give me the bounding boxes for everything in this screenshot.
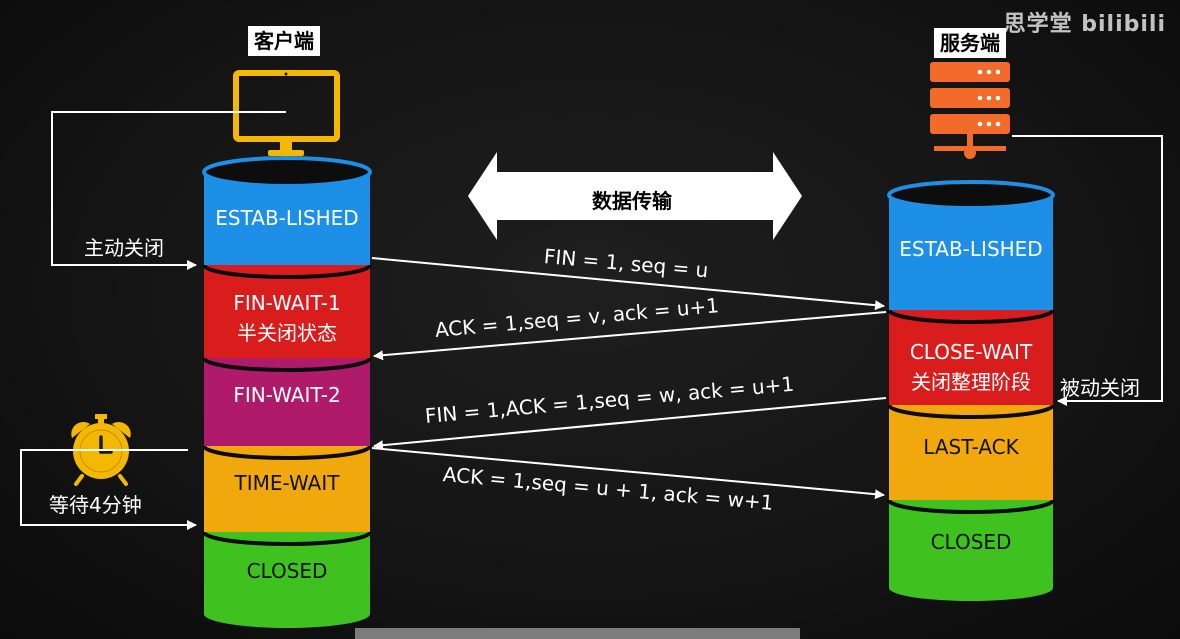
server-state-established-label: ESTAB-LISHED bbox=[899, 237, 1043, 261]
client-state-half-closed-label: 半关闭状态 bbox=[237, 321, 337, 345]
client-state-established: ESTAB-LISHED bbox=[204, 190, 370, 245]
server-state-closed: CLOSED bbox=[889, 517, 1053, 567]
server-icon bbox=[930, 62, 1010, 159]
server-state-closing-label: 关闭整理阶段 bbox=[911, 370, 1031, 394]
server-state-last-ack-label: LAST-ACK bbox=[923, 435, 1019, 459]
passive-close-label: 被动关闭 bbox=[1060, 376, 1140, 400]
client-state-established-label: ESTAB-LISHED bbox=[215, 205, 359, 230]
subtitle-bar bbox=[355, 628, 800, 639]
data-transfer-label: 数据传输 bbox=[592, 189, 672, 213]
server-state-established: ESTAB-LISHED bbox=[889, 224, 1053, 274]
client-state-closed-label: CLOSED bbox=[246, 559, 328, 583]
monitor-icon bbox=[233, 70, 340, 156]
wait-label: 等待4分钟 bbox=[49, 493, 142, 517]
client-state-closed: CLOSED bbox=[204, 546, 370, 596]
client-state-time-wait-label: TIME-WAIT bbox=[234, 471, 340, 495]
server-state-close-wait-label: CLOSE-WAIT bbox=[909, 340, 1033, 364]
client-state-time-wait: TIME-WAIT bbox=[204, 458, 370, 508]
client-state-fin-wait-1: FIN-WAIT-1 半关闭状态 bbox=[204, 283, 370, 353]
server-state-close-wait: CLOSE-WAIT 关闭整理阶段 bbox=[889, 332, 1053, 402]
client-state-fin-wait-2: FIN-WAIT-2 bbox=[204, 370, 370, 420]
server-state-closed-label: CLOSED bbox=[930, 530, 1012, 554]
client-state-fin-wait-1-label: FIN-WAIT-1 bbox=[233, 291, 341, 315]
active-close-label: 主动关闭 bbox=[84, 236, 164, 260]
server-state-last-ack: LAST-ACK bbox=[889, 422, 1053, 472]
client-state-fin-wait-2-label: FIN-WAIT-2 bbox=[233, 383, 341, 407]
